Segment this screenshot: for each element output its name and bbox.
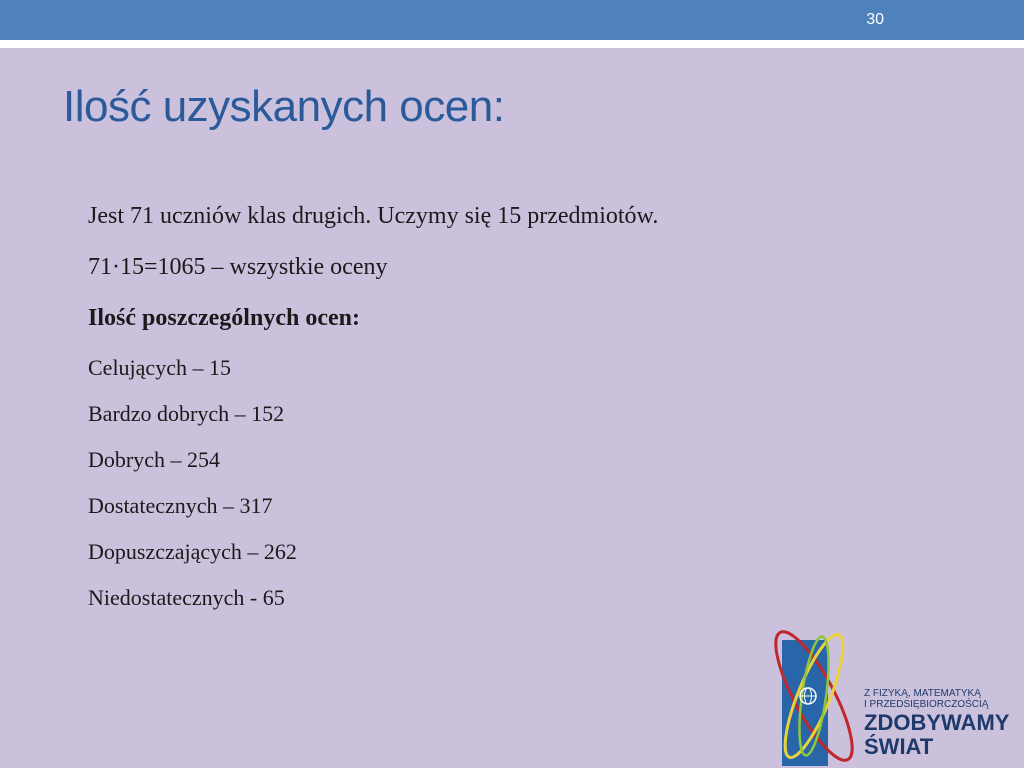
logo-brand-2: ŚWIAT <box>864 734 934 759</box>
logo-tagline-2: I PRZEDSIĘBIORCZOŚCIĄ <box>864 699 989 710</box>
grade-item-dopuszczajacych: Dopuszczających – 262 <box>88 539 297 564</box>
grade-item-niedostatecznych: Niedostatecznych - 65 <box>88 585 285 610</box>
logo-brand-1: ZDOBYWAMY <box>864 710 1010 735</box>
grade-item-dostatecznych: Dostatecznych – 317 <box>88 493 273 518</box>
formula-text: 71·15=1065 – wszystkie oceny <box>88 254 388 280</box>
slide-content: Jest 71 uczniów klas drugich. Uczymy się… <box>88 204 848 633</box>
intro-text: Jest 71 uczniów klas drugich. Uczymy się… <box>88 203 659 229</box>
logo-tagline-1: Z FIZYKĄ, MATEMATYKĄ <box>864 688 981 699</box>
grade-item-celujacych: Celujących – 15 <box>88 355 231 380</box>
header-divider <box>0 40 1024 48</box>
grade-item-bardzo-dobrych: Bardzo dobrych – 152 <box>88 401 285 426</box>
slide-title: Ilość uzyskanych ocen: <box>63 82 505 131</box>
header-bar: 30 <box>0 0 1024 40</box>
grade-item-dobrych: Dobrych – 254 <box>88 447 220 472</box>
slide-number: 30 <box>866 11 884 28</box>
grades-subheading: Ilość poszczególnych ocen: <box>88 305 360 331</box>
